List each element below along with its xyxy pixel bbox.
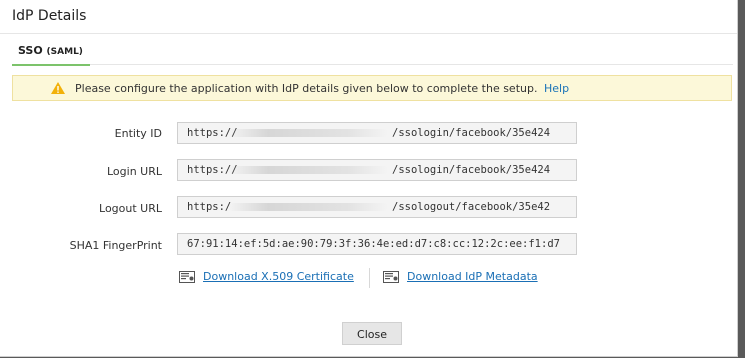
download-divider [369, 268, 370, 288]
download-metadata-link[interactable]: Download IdP Metadata [407, 270, 538, 283]
sha1-fingerprint-value: 67:91:14:ef:5d:ae:90:79:3f:36:4e:ed:d7:c… [187, 238, 560, 250]
login-url-field[interactable]: https:// /ssologin/facebook/35e424 [177, 159, 577, 181]
tab-label: SSO (SAML) [18, 44, 83, 57]
tab-sso-saml[interactable]: SSO (SAML) [12, 42, 90, 66]
sha1-fingerprint-label: SHA1 FingerPrint [69, 239, 162, 252]
metadata-icon [383, 271, 399, 283]
download-certificate-link[interactable]: Download X.509 Certificate [203, 270, 354, 283]
sha1-fingerprint-field[interactable]: 67:91:14:ef:5d:ae:90:79:3f:36:4e:ed:d7:c… [177, 233, 577, 255]
help-link[interactable]: Help [544, 82, 569, 95]
close-button[interactable]: Close [342, 322, 402, 345]
tab-label-main: SSO [18, 44, 43, 57]
alert-message-text: Please configure the application with Id… [75, 82, 538, 95]
certificate-icon [179, 271, 195, 283]
alert-message: Please configure the application with Id… [75, 82, 569, 95]
redacted-segment [228, 203, 388, 211]
tab-divider [90, 64, 733, 65]
dialog-title: IdP Details [12, 8, 87, 24]
dialog-titlebar: IdP Details [0, 0, 737, 34]
entity-id-field[interactable]: https:// /ssologin/facebook/35e424 [177, 122, 577, 144]
logout-url-field[interactable]: https:/ /ssologout/facebook/35e42 [177, 196, 577, 218]
logout-url-prefix: https:/ [187, 201, 232, 213]
warning-icon [51, 82, 65, 94]
info-alert: Please configure the application with Id… [12, 75, 732, 101]
entity-id-suffix: /ssologin/facebook/35e424 [392, 127, 551, 139]
entity-id-label: Entity ID [114, 127, 162, 140]
idp-details-dialog: IdP Details SSO (SAML) Please configure … [0, 0, 738, 357]
redacted-segment [228, 129, 388, 137]
redacted-segment [228, 166, 388, 174]
logout-url-label: Logout URL [99, 202, 162, 215]
tab-label-sub: (SAML) [46, 47, 83, 57]
logout-url-suffix: /ssologout/facebook/35e42 [392, 201, 551, 213]
login-url-label: Login URL [107, 165, 162, 178]
login-url-suffix: /ssologin/facebook/35e424 [392, 164, 551, 176]
